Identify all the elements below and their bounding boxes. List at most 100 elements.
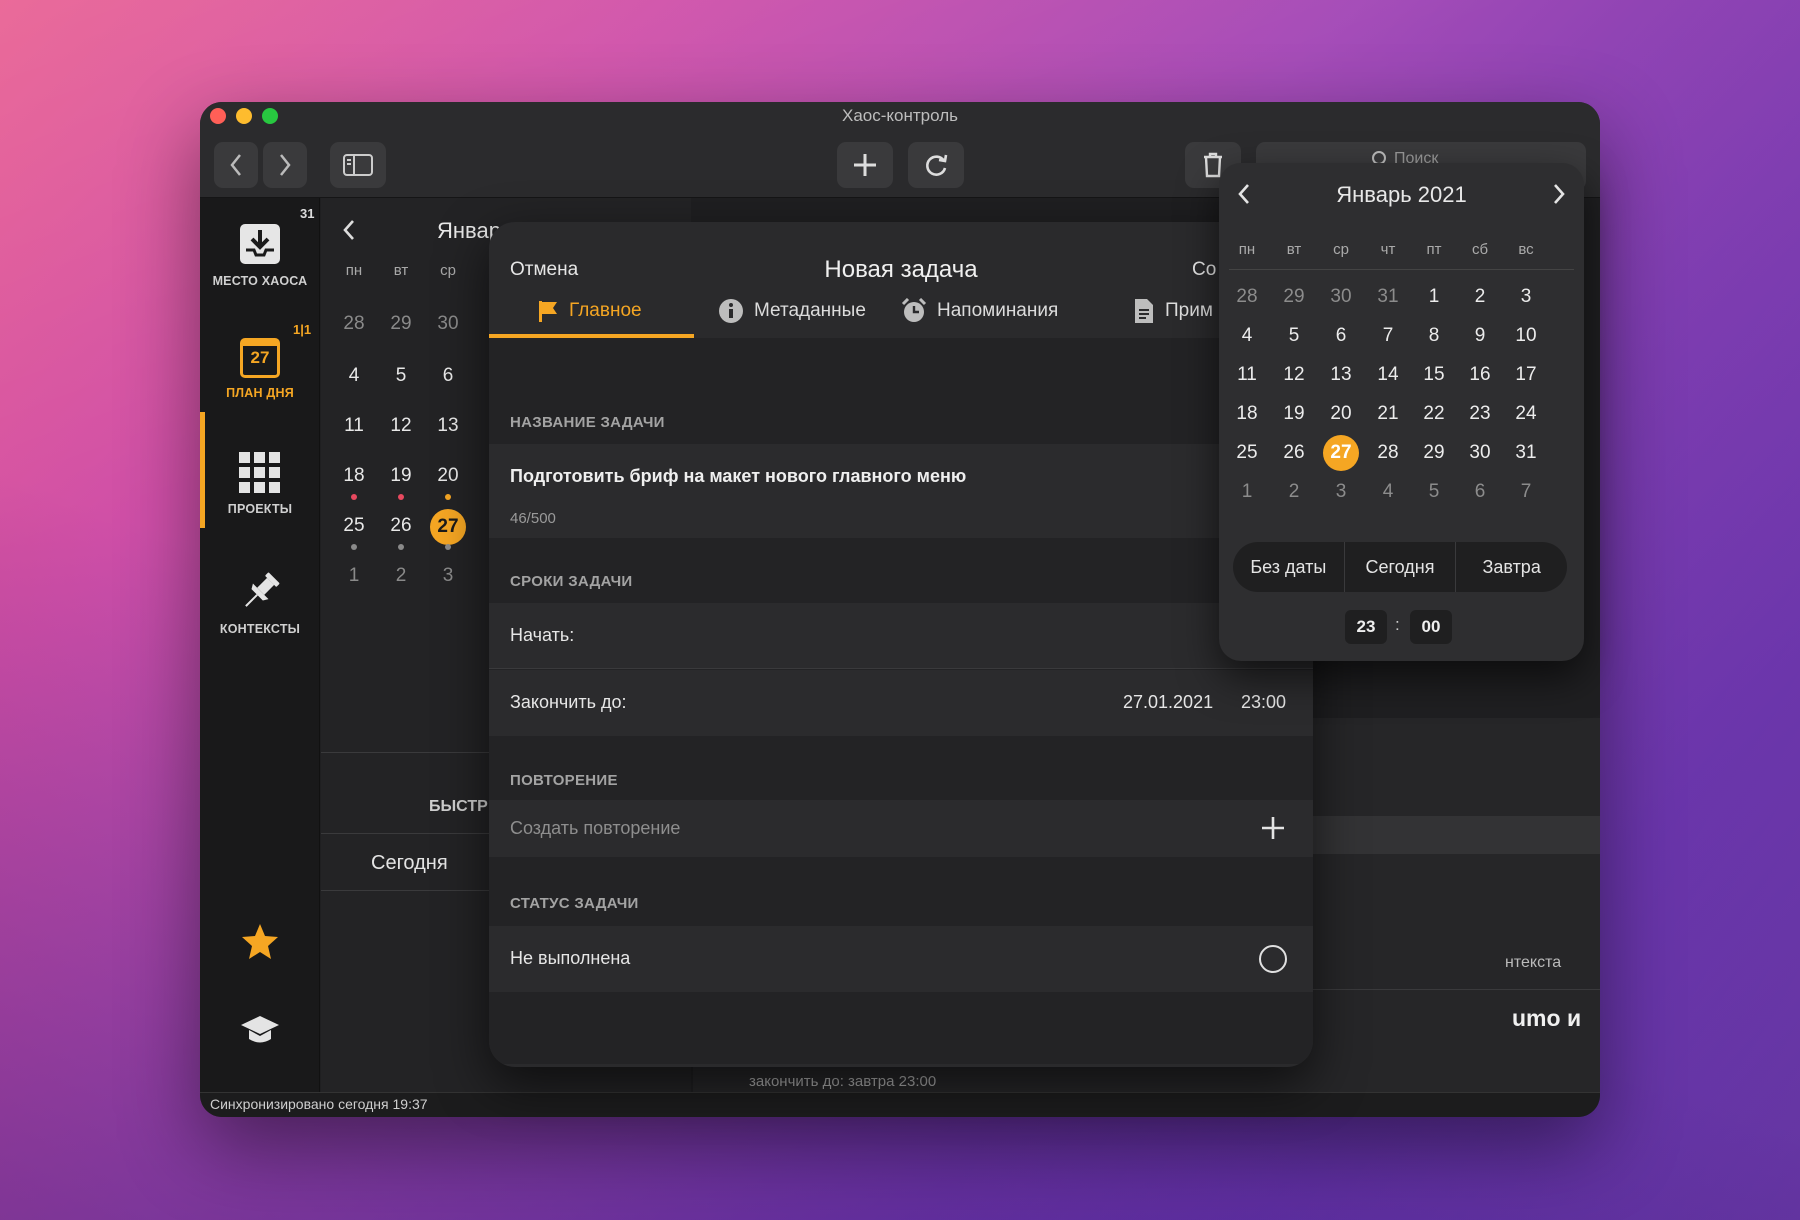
date-cell[interactable]: 7	[1362, 325, 1414, 347]
date-cell[interactable]: 13	[1315, 364, 1367, 386]
tab-reminders[interactable]: Напоминания	[901, 284, 1058, 338]
today-date-button[interactable]: Сегодня	[1345, 542, 1457, 592]
calendar-day[interactable]: 26	[374, 515, 428, 537]
calendar-day-number: 27	[250, 348, 270, 367]
calendar-day[interactable]: 12	[374, 415, 428, 437]
date-cell[interactable]: 5	[1268, 325, 1320, 347]
date-cell[interactable]: 8	[1408, 325, 1460, 347]
tab-notes[interactable]: Прим	[1133, 284, 1213, 338]
date-cell[interactable]: 4	[1362, 481, 1414, 503]
date-cell[interactable]: 6	[1315, 325, 1367, 347]
date-cell[interactable]: 22	[1408, 403, 1460, 425]
selected-date[interactable]: 27	[1323, 435, 1359, 471]
calendar-day[interactable]: 25	[327, 515, 381, 537]
prev-month-icon[interactable]	[341, 219, 357, 241]
calendar-day[interactable]: 3	[421, 565, 475, 587]
date-cell[interactable]: 29	[1408, 442, 1460, 464]
alarm-clock-icon	[901, 298, 927, 322]
date-cell[interactable]: 5	[1408, 481, 1460, 503]
date-cell[interactable]: 10	[1500, 325, 1552, 347]
refresh-icon	[926, 154, 948, 176]
event-dot	[351, 544, 357, 550]
calendar-day[interactable]: 19	[374, 465, 428, 487]
calendar-day[interactable]: 2	[374, 565, 428, 587]
toggle-sidebar-button[interactable]	[330, 142, 386, 188]
star-icon[interactable]	[240, 922, 280, 962]
task-name-field[interactable]: Подготовить бриф на макет нового главног…	[489, 444, 1313, 538]
add-task-button[interactable]	[837, 142, 893, 188]
start-date-row[interactable]: Начать:	[489, 603, 1313, 669]
date-cell[interactable]: 14	[1362, 364, 1414, 386]
forward-button[interactable]	[263, 142, 307, 188]
end-date-row[interactable]: Закончить до: 27.01.2021 23:00	[489, 670, 1313, 736]
date-cell[interactable]: 6	[1454, 481, 1506, 503]
date-cell[interactable]: 23	[1454, 403, 1506, 425]
today-button[interactable]: Сегодня	[371, 852, 448, 875]
date-cell[interactable]: 15	[1408, 364, 1460, 386]
date-cell[interactable]: 1	[1408, 286, 1460, 308]
date-cell[interactable]: 26	[1268, 442, 1320, 464]
calendar-day[interactable]: 5	[374, 365, 428, 387]
date-cell[interactable]: 7	[1500, 481, 1552, 503]
calendar-day[interactable]: 4	[327, 365, 381, 387]
date-cell[interactable]: 1	[1221, 481, 1273, 503]
weekday-label: чт	[1380, 241, 1396, 258]
date-cell[interactable]: 18	[1221, 403, 1273, 425]
status-row[interactable]: Не выполнена	[489, 926, 1313, 992]
date-cell[interactable]: 2	[1268, 481, 1320, 503]
repeat-row[interactable]: Создать повторение	[489, 800, 1313, 857]
date-cell[interactable]: 3	[1500, 286, 1552, 308]
tomorrow-date-button[interactable]: Завтра	[1456, 542, 1567, 592]
date-cell[interactable]: 30	[1454, 442, 1506, 464]
tab-metadata[interactable]: Метаданные	[718, 284, 866, 338]
calendar-day[interactable]: 1	[327, 565, 381, 587]
repeat-placeholder: Создать повторение	[510, 818, 681, 838]
date-cell[interactable]: 21	[1362, 403, 1414, 425]
minute-field[interactable]: 00	[1410, 610, 1452, 644]
calendar-day[interactable]: 6	[421, 365, 475, 387]
save-button[interactable]: Со	[1192, 259, 1216, 281]
selected-day[interactable]: 27	[430, 509, 466, 545]
sidebar-item-contexts[interactable]: КОНТЕКСТЫ	[200, 570, 320, 636]
date-cell[interactable]: 20	[1315, 403, 1367, 425]
sidebar-item-projects[interactable]: ПРОЕКТЫ	[200, 452, 320, 516]
date-cell[interactable]: 2	[1454, 286, 1506, 308]
no-date-button[interactable]: Без даты	[1233, 542, 1345, 592]
add-repeat-icon[interactable]	[1261, 816, 1285, 840]
date-cell[interactable]: 28	[1221, 286, 1273, 308]
date-cell[interactable]: 29	[1268, 286, 1320, 308]
sidebar-label-projects: ПРОЕКТЫ	[227, 502, 293, 516]
calendar-day[interactable]: 30	[421, 313, 475, 335]
next-month-icon[interactable]	[1551, 183, 1567, 205]
tab-main[interactable]: Главное	[537, 284, 642, 338]
sync-button[interactable]	[908, 142, 964, 188]
date-cell[interactable]: 17	[1500, 364, 1552, 386]
date-cell[interactable]: 12	[1268, 364, 1320, 386]
sidebar-item-dayplan[interactable]: 27 ПЛАН ДНЯ	[200, 338, 320, 400]
calendar-day[interactable]: 29	[374, 313, 428, 335]
date-cell[interactable]: 3	[1315, 481, 1367, 503]
tab-metadata-label: Метаданные	[754, 300, 866, 321]
date-cell[interactable]: 9	[1454, 325, 1506, 347]
status-toggle-icon[interactable]	[1259, 945, 1287, 973]
calendar-day[interactable]: 18	[327, 465, 381, 487]
date-cell[interactable]: 28	[1362, 442, 1414, 464]
date-cell[interactable]: 24	[1500, 403, 1552, 425]
date-cell[interactable]: 25	[1221, 442, 1273, 464]
sidebar-item-inbox[interactable]: МЕСТО ХАОСА	[200, 222, 320, 288]
back-button[interactable]	[214, 142, 258, 188]
calendar-day[interactable]: 20	[421, 465, 475, 487]
date-cell[interactable]: 11	[1221, 364, 1273, 386]
calendar-day[interactable]: 11	[327, 415, 381, 437]
date-cell[interactable]: 19	[1268, 403, 1320, 425]
hour-field[interactable]: 23	[1345, 610, 1387, 644]
graduation-cap-icon[interactable]	[239, 1012, 281, 1048]
date-cell[interactable]: 31	[1500, 442, 1552, 464]
calendar-day[interactable]: 13	[421, 415, 475, 437]
date-cell[interactable]: 4	[1221, 325, 1273, 347]
date-cell[interactable]: 16	[1454, 364, 1506, 386]
calendar-day[interactable]: 28	[327, 313, 381, 335]
date-cell[interactable]: 30	[1315, 286, 1367, 308]
new-task-dialog: Отмена Новая задача Со Главное Метаданны…	[489, 222, 1313, 1067]
date-cell[interactable]: 31	[1362, 286, 1414, 308]
